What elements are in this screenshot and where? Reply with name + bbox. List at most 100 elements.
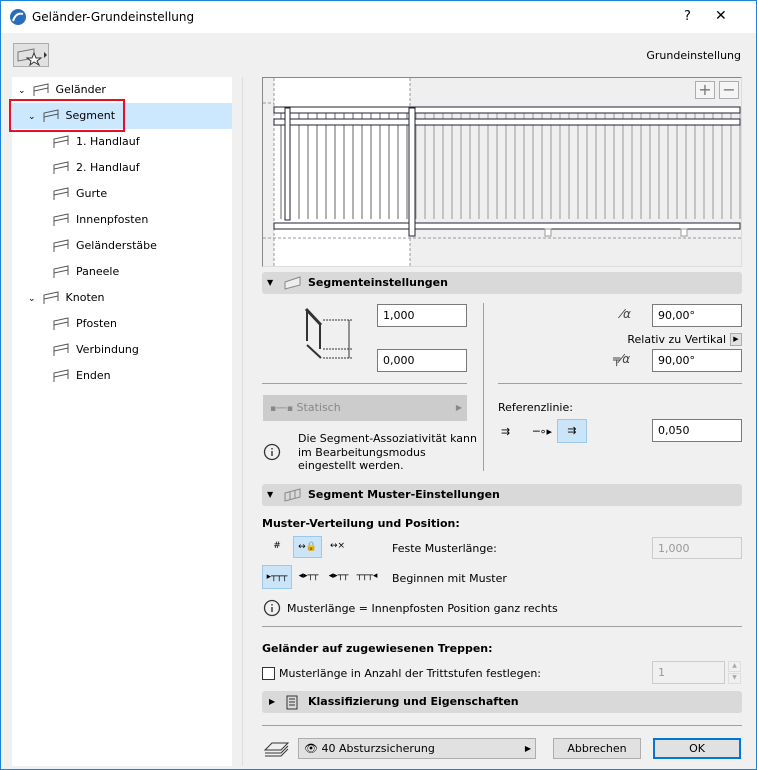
steps-input: 1	[652, 661, 725, 684]
begin-end-button[interactable]: ┬┬┬◂	[354, 565, 380, 589]
inner-post	[680, 228, 688, 237]
spinner-up-button: ▲	[728, 661, 741, 672]
post-icon	[53, 317, 69, 330]
tree-item-knoten[interactable]: ⌄ Knoten	[12, 285, 232, 311]
handrail-icon	[53, 135, 69, 148]
tree-item-verbindung[interactable]: Verbindung	[12, 337, 232, 363]
relative-menu-button[interactable]: ▶	[730, 333, 742, 346]
title-bar: Geländer-Grundeinstellung ? ✕	[1, 1, 756, 33]
inner-post	[544, 228, 552, 237]
cancel-button[interactable]: Abbrechen	[553, 738, 641, 759]
tree-item-geländerstäbe[interactable]: Geländerstäbe	[12, 233, 232, 259]
associativity-info: Die Segment-Assoziativität kann im Bearbe…	[298, 432, 477, 472]
inner-post-icon	[53, 213, 69, 226]
pattern-count-icon: #	[273, 541, 281, 551]
ref-left-button[interactable]: ⇉	[501, 425, 510, 438]
pattern-region	[274, 78, 410, 266]
pattern-count-button[interactable]: #	[263, 536, 291, 558]
fixed-length-input: 1,000	[652, 537, 742, 559]
begin-middle-icon: ◂▸┬┬	[328, 571, 349, 581]
collapse-arrow-icon: ▼	[267, 278, 274, 287]
panel-divider	[242, 77, 243, 766]
railing-preview: + −	[262, 77, 742, 267]
close-button[interactable]: ✕	[715, 8, 727, 24]
expand-arrow-icon: ▶	[269, 697, 276, 706]
info-icon	[263, 443, 281, 461]
fixed-length-label: Feste Musterlänge:	[392, 542, 497, 555]
zoom-out-button[interactable]: −	[719, 81, 739, 99]
ref-left-icon: ⇉	[501, 425, 511, 438]
tree-item-paneele[interactable]: Paneele	[12, 259, 232, 285]
tree-item-enden[interactable]: Enden	[12, 363, 232, 389]
settings-subtitle: Grundeinstellung	[646, 49, 741, 62]
segment-height-input[interactable]: 1,000	[377, 304, 467, 327]
steps-checkbox-label: Musterlänge in Anzahl der Trittstufen fe…	[279, 667, 542, 680]
zoom-in-button[interactable]: +	[695, 81, 715, 99]
angle-icon: ⁄α	[621, 307, 631, 321]
eye-icon: 👁	[304, 742, 318, 755]
second-rail	[273, 118, 741, 126]
top-rail	[273, 106, 741, 114]
begin-pattern-label: Beginnen mit Muster	[392, 572, 507, 585]
segment-icon	[284, 276, 301, 290]
window-title: Geländer-Grundeinstellung	[32, 10, 195, 24]
tree-item-1-handlauf[interactable]: 1. Handlauf	[12, 129, 232, 155]
document-icon	[286, 695, 298, 710]
segment-offset-input[interactable]: 0,000	[377, 349, 467, 372]
chevron-right-icon: ▶	[455, 403, 462, 412]
pattern-icon	[284, 488, 301, 502]
panel-icon	[53, 265, 69, 278]
balusters-icon	[53, 239, 69, 252]
static-line-icon: ▪──▪	[270, 404, 294, 414]
classification-header[interactable]: ▶ Klassifizierung und Eigenschaften	[262, 691, 742, 713]
settings-tree: ⌄ Geländer ⌄ Segment 1. Handlauf 2. Handlauf G…	[12, 77, 232, 766]
begin-center-button[interactable]: ◂▸┬┬	[294, 565, 323, 589]
bottom-rail	[273, 222, 741, 230]
relative-label: Relativ zu Vertikal	[627, 333, 726, 346]
help-button[interactable]: ?	[684, 9, 691, 24]
railing-icon	[33, 83, 49, 96]
favorites-button[interactable]	[13, 43, 49, 67]
tree-item-gurte[interactable]: Gurte	[12, 181, 232, 207]
layer-icon	[264, 742, 290, 757]
handrail2-icon	[53, 161, 69, 174]
column-divider	[483, 303, 484, 471]
pattern-fixed-button[interactable]: ↔🔒	[293, 536, 322, 558]
angle-input[interactable]: 90,00°	[652, 304, 742, 327]
pattern-fixed-icon: ↔🔒	[298, 542, 317, 552]
archicad-logo-icon	[10, 9, 26, 25]
steps-checkbox[interactable]	[262, 667, 275, 680]
chevron-right-icon: ▶	[524, 744, 531, 753]
tree-item-innenpfosten[interactable]: Innenpfosten	[12, 207, 232, 233]
begin-center-icon: ◂▸┬┬	[298, 571, 319, 581]
ends-icon	[53, 369, 69, 382]
distribution-label: Muster-Verteilung und Position:	[262, 517, 460, 530]
ref-center-button[interactable]: ─∘▸	[533, 425, 552, 438]
pattern-settings-header[interactable]: ▼ Segment Muster-Einstellungen	[262, 484, 742, 506]
ref-right-icon: ⇉	[567, 424, 577, 437]
stair-angle-input[interactable]: 90,00°	[652, 349, 742, 372]
stairs-label: Geländer auf zugewiesenen Treppen:	[262, 642, 493, 655]
railing-drawing	[263, 78, 741, 266]
tree-item-2-handlauf[interactable]: 2. Handlauf	[12, 155, 232, 181]
begin-start-button[interactable]: ▸┬┬┬	[262, 565, 292, 589]
ok-button[interactable]: OK	[653, 738, 741, 759]
ref-right-button[interactable]: ⇉	[557, 419, 587, 443]
chevron-down-icon: ⌄	[18, 86, 26, 96]
begin-middle-button[interactable]: ◂▸┬┬	[324, 565, 353, 589]
pattern-info: Musterlänge = Innenpfosten Position ganz…	[287, 602, 558, 615]
inner-post	[408, 107, 416, 237]
segment-height-diagram-icon	[304, 307, 353, 359]
rails-icon	[53, 187, 69, 200]
layer-dropdown[interactable]: 👁 40 Absturzsicherung ▶	[298, 738, 536, 759]
segment-settings-header[interactable]: ▼ Segmenteinstellungen	[262, 272, 742, 294]
highlight-box	[9, 99, 125, 132]
pattern-fit-button[interactable]: ↔×	[323, 536, 352, 558]
favorites-star-icon	[17, 48, 47, 67]
pattern-fit-icon: ↔×	[329, 541, 346, 551]
reference-offset-input[interactable]: 0,050	[652, 419, 742, 442]
static-dropdown: ▪──▪ Statisch ▶	[263, 395, 467, 421]
post	[284, 107, 291, 221]
reference-line-label: Referenzlinie:	[498, 401, 573, 414]
tree-item-pfosten[interactable]: Pfosten	[12, 311, 232, 337]
